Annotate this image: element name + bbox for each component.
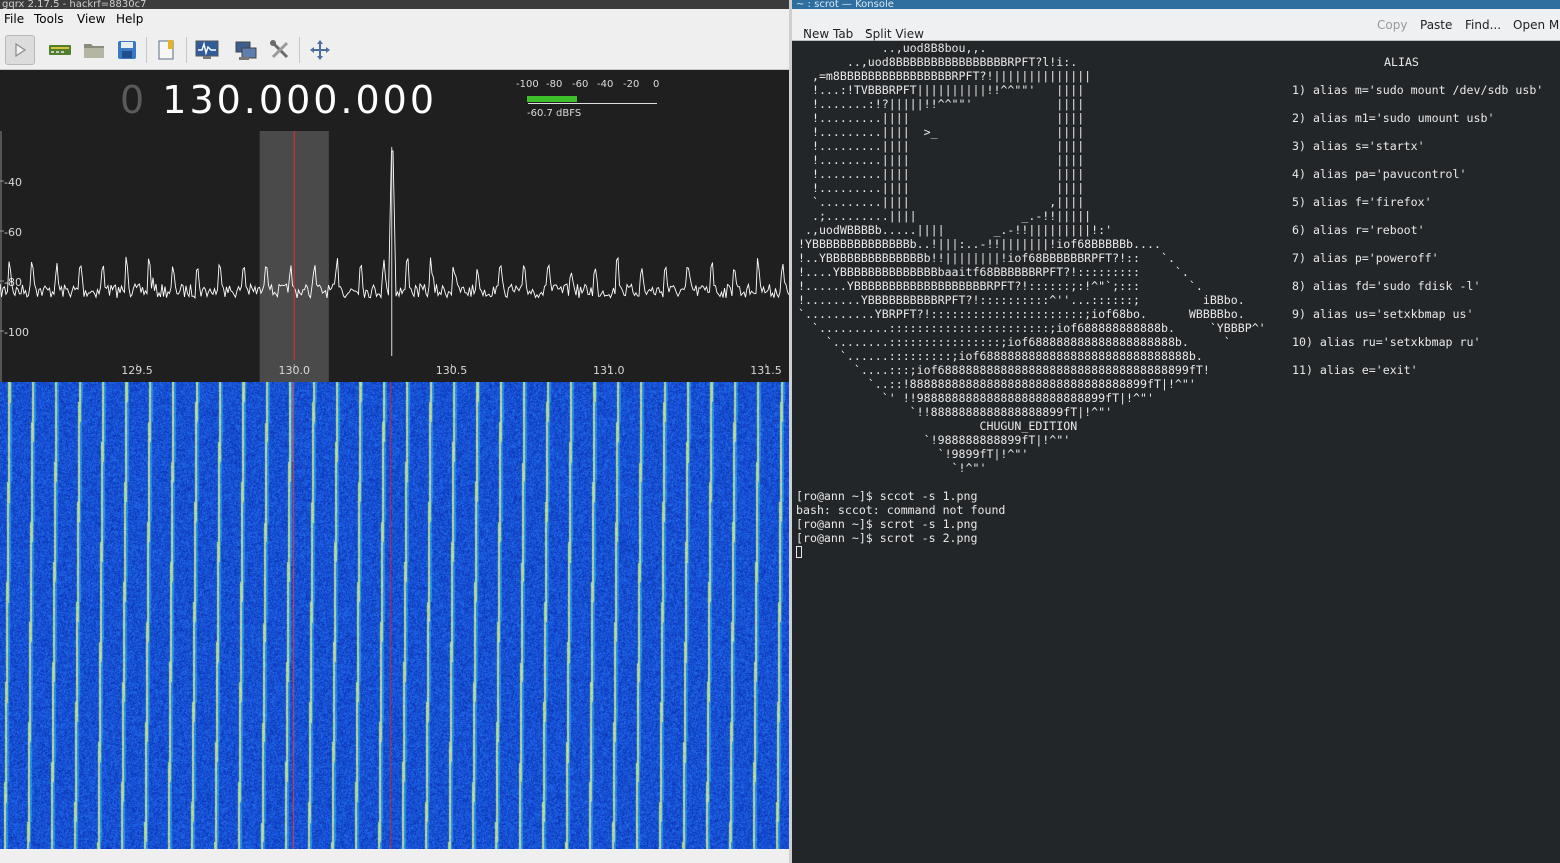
signal-meter-axis <box>528 103 657 104</box>
meter-tick: -80 <box>546 79 563 90</box>
alias-item: 8) alias fd='sudo fdisk -l' <box>1292 279 1481 293</box>
alias-item: 2) alias m1='sudo umount usb' <box>1292 111 1495 125</box>
copy-button[interactable]: Copy <box>1377 18 1407 32</box>
alias-item: 10) alias ru='setxkbmap ru' <box>1292 335 1481 349</box>
frequency-readout[interactable]: 0 130.000.000 <box>120 78 437 122</box>
chevron-down-icon: ⌄ <box>865 24 872 33</box>
alias-item: 3) alias s='startx' <box>1292 139 1425 153</box>
alias-item: 4) alias pa='pavucontrol' <box>1292 167 1467 181</box>
signal-meter: -100 -80 -60 -40 -20 0 -60.7 dBFS <box>516 79 666 123</box>
alias-item: 7) alias p='poweroff' <box>1292 251 1439 265</box>
hardware-icon <box>49 45 71 55</box>
signal-level-readout: -60.7 dBFS <box>527 108 582 119</box>
meter-tick: -100 <box>516 79 539 90</box>
x-tick-label: 131.0 <box>593 364 625 377</box>
open-file-icon <box>84 44 104 58</box>
frequency-leading-digit: 0 <box>120 78 148 122</box>
gqrx-toolbar <box>0 30 789 70</box>
io-devices-button[interactable] <box>45 35 75 65</box>
fullscreen-button[interactable] <box>305 35 335 65</box>
spectrum-plot[interactable]: -40 -60 -80 -100 129.5 130.0 130.5 131.0 131.5 <box>0 131 789 382</box>
y-tick-label: -60 <box>4 226 22 239</box>
terminal-prompt-line[interactable] <box>796 545 1005 559</box>
chevron-down-icon: ⌄ <box>803 24 810 33</box>
spectrum-background <box>0 131 789 382</box>
toolbar-separator <box>146 37 147 63</box>
save-icon <box>118 41 136 59</box>
x-tick-label: 130.5 <box>436 364 468 377</box>
terminal-line: [ro@ann ~]$ sccot -s 1.png <box>796 489 978 503</box>
open-menu-button[interactable]: Open Me <box>1513 18 1560 32</box>
terminal-area[interactable]: ..,uod8B8bou,,. ..,uod8BBBBBBBBBBBBBBBBR… <box>792 41 1560 863</box>
y-tick-label: -80 <box>4 276 22 289</box>
terminal-line: bash: sccot: command not found <box>796 503 1006 517</box>
fft-settings-button[interactable] <box>192 35 222 65</box>
alias-item: 11) alias e='exit' <box>1292 363 1418 377</box>
play-icon <box>15 42 27 58</box>
alias-heading: ALIAS <box>1384 55 1419 69</box>
konsole-window: ~ : scrot — Konsole New Tab ⌄ Split View ⌄… <box>792 0 1560 863</box>
menu-file[interactable]: File <box>4 12 24 26</box>
open-file-button[interactable] <box>79 35 109 65</box>
frequency-value: 130.000.000 <box>162 78 438 122</box>
tools-icon <box>270 40 289 59</box>
meter-tick: -20 <box>623 79 640 90</box>
gqrx-menubar: File Tools View Help <box>0 9 789 30</box>
meter-tick: -60 <box>572 79 589 90</box>
network-icon <box>235 41 257 60</box>
konsole-title: ~ : scrot — Konsole <box>792 0 1560 9</box>
fullscreen-icon <box>310 40 330 60</box>
terminal-line: [ro@ann ~]$ scrot -s 2.png <box>796 531 978 545</box>
find-button[interactable]: Find... <box>1465 18 1501 32</box>
command-history: [ro@ann ~]$ sccot -s 1.png bash: sccot: … <box>796 489 1005 559</box>
new-tab-label: New Tab <box>803 27 854 41</box>
x-tick-label: 129.5 <box>121 364 153 377</box>
gqrx-window: gqrx 2.17.5 - hackrf=8830c7 File Tools V… <box>0 0 789 863</box>
gqrx-statusbar <box>0 849 789 863</box>
split-view-label: Split View <box>865 27 924 41</box>
meter-tick: 0 <box>653 79 660 90</box>
menu-view[interactable]: View <box>77 12 105 26</box>
text-cursor <box>796 546 802 558</box>
y-tick-label: -100 <box>4 326 29 339</box>
fft-settings-icon <box>195 40 219 59</box>
split-view-button[interactable]: Split View ⌄ <box>865 18 924 41</box>
alias-item: 5) alias f='firefox' <box>1292 195 1432 209</box>
remote-control-button[interactable] <box>231 35 261 65</box>
new-tab-button[interactable]: New Tab ⌄ <box>803 18 853 41</box>
frequency-display: 0 130.000.000 -100 -80 -60 -40 -20 0 -60… <box>0 70 789 131</box>
save-button[interactable] <box>112 35 142 65</box>
menu-tools[interactable]: Tools <box>34 12 64 26</box>
alias-item: 6) alias r='reboot' <box>1292 223 1425 237</box>
bookmark-button[interactable] <box>152 35 182 65</box>
menu-help[interactable]: Help <box>116 12 143 26</box>
waterfall-display[interactable] <box>0 382 789 849</box>
toolbar-separator <box>299 37 300 63</box>
paste-button[interactable]: Paste <box>1420 18 1452 32</box>
gqrx-title: gqrx 2.17.5 - hackrf=8830c7 <box>0 0 789 9</box>
play-button[interactable] <box>5 35 35 65</box>
ascii-art-logo: ..,uod8B8bou,,. ..,uod8BBBBBBBBBBBBBBBBR… <box>798 41 1266 475</box>
x-tick-label: 130.0 <box>279 364 311 377</box>
y-tick-label: -40 <box>4 176 22 189</box>
tools-button[interactable] <box>265 35 295 65</box>
alias-item: 1) alias m='sudo mount /dev/sdb usb' <box>1292 83 1544 97</box>
signal-level-bar <box>527 96 577 102</box>
x-tick-label: 131.5 <box>750 364 782 377</box>
alias-item: 9) alias us='setxkbmap us' <box>1292 307 1474 321</box>
konsole-toolbar: New Tab ⌄ Split View ⌄ Copy Paste Find... … <box>792 9 1560 41</box>
toolbar-separator <box>186 37 187 63</box>
terminal-line: [ro@ann ~]$ scrot -s 1.png <box>796 517 978 531</box>
meter-tick: -40 <box>597 79 614 90</box>
bookmark-icon <box>158 40 174 60</box>
